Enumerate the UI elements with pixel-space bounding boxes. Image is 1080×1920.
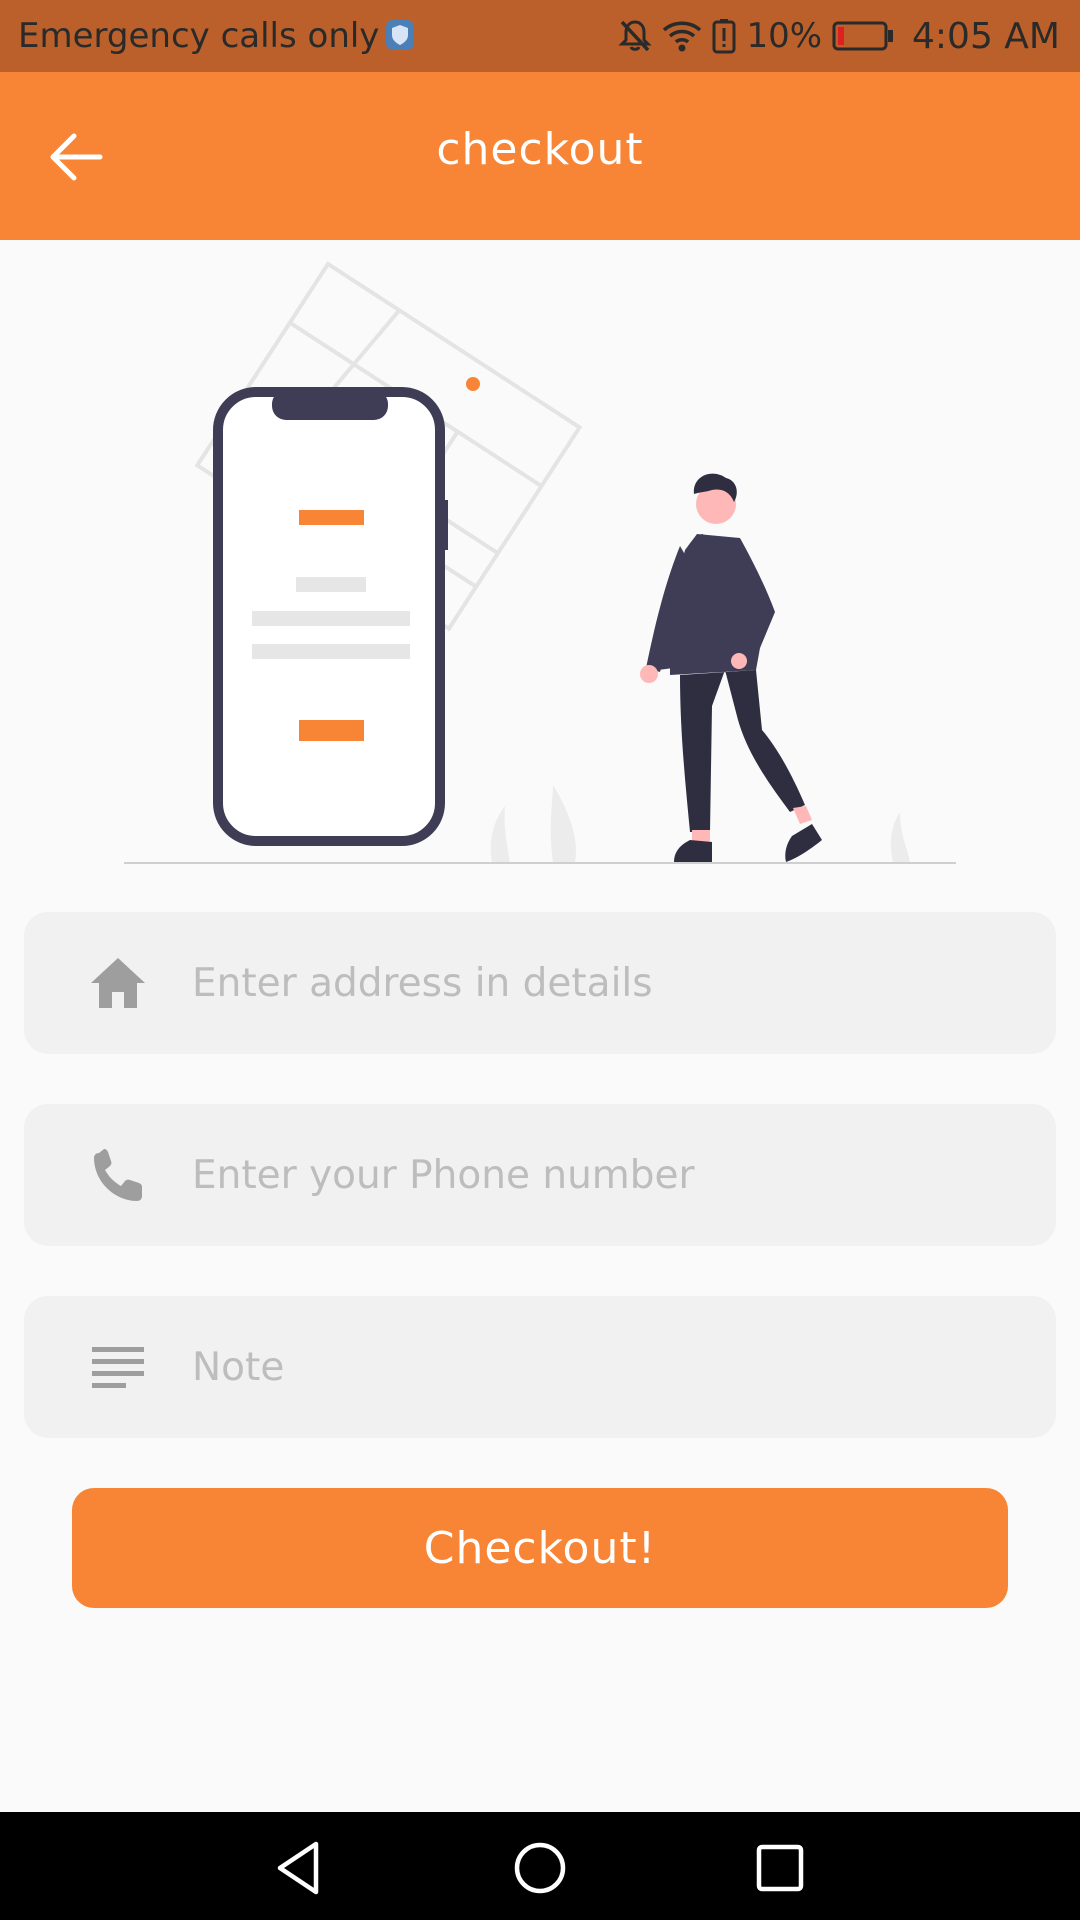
phone-field[interactable] (24, 1104, 1056, 1246)
battery-icon (832, 21, 894, 51)
phone-input[interactable] (192, 1104, 1032, 1246)
person-graphic (640, 473, 822, 862)
mute-icon (618, 20, 653, 52)
address-field[interactable] (24, 912, 1056, 1054)
phone-graphic (213, 387, 448, 846)
system-nav-bar (0, 1812, 1080, 1920)
checkout-illustration (0, 240, 1080, 880)
status-icons: 10% 4:05 AM (618, 14, 1060, 58)
notes-icon (92, 1347, 144, 1388)
phone-icon (94, 1149, 142, 1201)
address-input[interactable] (192, 912, 1032, 1054)
app-bar: checkout (0, 72, 1080, 240)
clock: 4:05 AM (912, 15, 1060, 57)
nav-back-icon[interactable] (270, 1838, 330, 1898)
battery-alert-icon (712, 19, 736, 54)
home-icon (91, 958, 145, 1008)
carrier-text: Emergency calls only (18, 16, 380, 56)
nav-home-icon[interactable] (510, 1838, 570, 1898)
note-input[interactable] (192, 1296, 1032, 1438)
shield-icon (386, 20, 415, 50)
checkout-button[interactable]: Checkout! (72, 1488, 1008, 1608)
wifi-icon (663, 21, 702, 52)
page-title: checkout (436, 124, 644, 175)
battery-percent: 10% (746, 16, 823, 56)
map-pin (466, 377, 480, 391)
nav-recents-icon[interactable] (750, 1838, 810, 1898)
carrier-status: Emergency calls only (18, 16, 415, 56)
status-bar: Emergency calls only 10% 4:05 AM (0, 0, 1080, 72)
note-field[interactable] (24, 1296, 1056, 1438)
